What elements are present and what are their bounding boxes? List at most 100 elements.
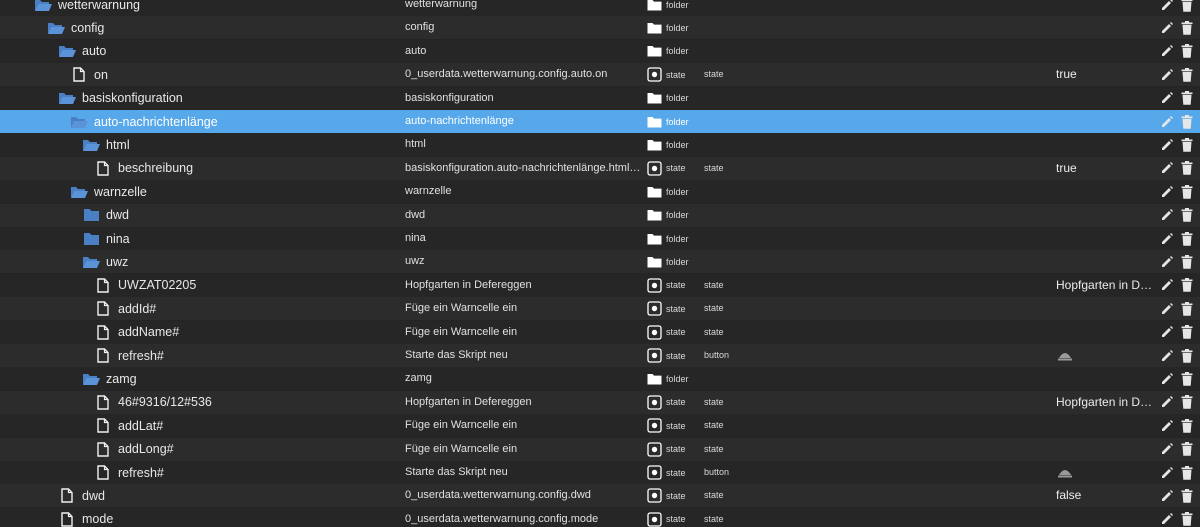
tree-row[interactable]: zamg zamg folder xyxy=(0,367,1200,391)
edit-icon[interactable] xyxy=(1159,348,1174,363)
edit-icon[interactable] xyxy=(1159,325,1174,340)
object-name-cell[interactable]: uwz xyxy=(82,250,128,273)
object-name-cell[interactable]: warnzelle xyxy=(70,180,147,203)
tree-row[interactable]: addName# Füge ein Warncelle ein state state xyxy=(0,320,1200,344)
delete-icon[interactable] xyxy=(1179,301,1194,316)
edit-icon[interactable] xyxy=(1159,395,1174,410)
delete-icon[interactable] xyxy=(1179,161,1194,176)
delete-icon[interactable] xyxy=(1179,254,1194,269)
edit-icon[interactable] xyxy=(1159,91,1174,106)
tree-row[interactable]: mode 0_userdata.wetterwarnung.config.mode… xyxy=(0,507,1200,527)
object-value[interactable]: Hopfgarten in Defereggen xyxy=(1056,274,1158,297)
object-name-cell[interactable]: on xyxy=(70,63,108,86)
object-name-cell[interactable]: beschreibung xyxy=(94,157,193,180)
object-name-cell[interactable]: auto-nachrichtenlänge xyxy=(70,110,218,133)
edit-icon[interactable] xyxy=(1159,20,1174,35)
delete-icon[interactable] xyxy=(1179,91,1194,106)
tree-row[interactable]: on 0_userdata.wetterwarnung.config.auto.o… xyxy=(0,63,1200,87)
tree-row[interactable]: refresh# Starte das Skript neu state button xyxy=(0,344,1200,367)
edit-icon[interactable] xyxy=(1159,208,1174,223)
object-name-cell[interactable]: auto xyxy=(58,40,106,63)
object-name-cell[interactable]: addName# xyxy=(94,321,179,344)
object-name: UWZAT02205 xyxy=(118,278,197,293)
edit-icon[interactable] xyxy=(1159,371,1174,386)
delete-icon[interactable] xyxy=(1179,231,1194,246)
tree-row[interactable]: config config folder xyxy=(0,16,1200,40)
edit-icon[interactable] xyxy=(1159,161,1174,176)
object-name-cell[interactable]: mode xyxy=(58,508,113,527)
delete-icon[interactable] xyxy=(1179,442,1194,457)
edit-icon[interactable] xyxy=(1159,465,1174,480)
delete-icon[interactable] xyxy=(1179,184,1194,199)
tree-row[interactable]: UWZAT02205 Hopfgarten in Defereggen state s… xyxy=(0,273,1200,297)
edit-icon[interactable] xyxy=(1159,67,1174,82)
edit-icon[interactable] xyxy=(1159,488,1174,503)
edit-icon[interactable] xyxy=(1159,254,1174,269)
bell-icon[interactable] xyxy=(1057,466,1073,478)
tree-row[interactable]: dwd 0_userdata.wetterwarnung.config.dwd st… xyxy=(0,484,1200,508)
delete-icon[interactable] xyxy=(1179,208,1194,223)
delete-icon[interactable] xyxy=(1179,20,1194,35)
delete-icon[interactable] xyxy=(1179,278,1194,293)
tree-row[interactable]: auto auto folder xyxy=(0,39,1200,63)
object-name-cell[interactable]: 46#9316/12#536 xyxy=(94,391,212,414)
delete-icon[interactable] xyxy=(1179,465,1194,480)
object-name-cell[interactable]: refresh# xyxy=(94,344,164,367)
delete-icon[interactable] xyxy=(1179,488,1194,503)
delete-icon[interactable] xyxy=(1179,67,1194,82)
object-name-cell[interactable]: addId# xyxy=(94,297,156,320)
delete-icon[interactable] xyxy=(1179,371,1194,386)
tree-row[interactable]: warnzelle warnzelle folder xyxy=(0,180,1200,204)
edit-icon[interactable] xyxy=(1159,184,1174,199)
object-name-cell[interactable]: basiskonfiguration xyxy=(58,87,183,110)
delete-icon[interactable] xyxy=(1179,348,1194,363)
object-name-cell[interactable]: zamg xyxy=(82,367,137,390)
object-name-cell[interactable]: dwd xyxy=(58,484,105,507)
delete-icon[interactable] xyxy=(1179,512,1194,527)
object-name-cell[interactable]: refresh# xyxy=(94,461,164,484)
delete-icon[interactable] xyxy=(1179,114,1194,129)
edit-icon[interactable] xyxy=(1159,44,1174,59)
edit-icon[interactable] xyxy=(1159,278,1174,293)
object-name-cell[interactable]: nina xyxy=(82,227,130,250)
tree-row[interactable]: nina nina folder xyxy=(0,227,1200,250)
edit-icon[interactable] xyxy=(1159,512,1174,527)
edit-icon[interactable] xyxy=(1159,231,1174,246)
edit-icon[interactable] xyxy=(1159,114,1174,129)
tree-row[interactable]: wetterwarnung wetterwarnung folder xyxy=(0,0,1200,16)
object-value[interactable]: true xyxy=(1056,157,1158,180)
tree-row[interactable]: beschreibung basiskonfiguration.auto-nach… xyxy=(0,156,1200,180)
object-name-cell[interactable]: wetterwarnung xyxy=(34,0,140,16)
edit-icon[interactable] xyxy=(1159,0,1174,12)
object-name-cell[interactable]: addLat# xyxy=(94,414,163,437)
tree-row[interactable]: auto-nachrichtenlänge auto-nachrichtenlän… xyxy=(0,110,1200,133)
delete-icon[interactable] xyxy=(1179,395,1194,410)
object-name-cell[interactable]: config xyxy=(47,16,104,39)
tree-row[interactable]: html html folder xyxy=(0,133,1200,157)
tree-row[interactable]: addId# Füge ein Warncelle ein state state xyxy=(0,297,1200,321)
tree-row[interactable]: basiskonfiguration basiskonfiguration fold… xyxy=(0,86,1200,110)
tree-row[interactable]: 46#9316/12#536 Hopfgarten in Defereggen st… xyxy=(0,390,1200,414)
delete-icon[interactable] xyxy=(1179,0,1194,12)
tree-row[interactable]: addLat# Füge ein Warncelle ein state state xyxy=(0,414,1200,438)
object-name-cell[interactable]: addLong# xyxy=(94,438,174,461)
bell-icon[interactable] xyxy=(1057,349,1073,361)
object-name-cell[interactable]: html xyxy=(82,133,130,156)
edit-icon[interactable] xyxy=(1159,442,1174,457)
tree-row[interactable]: dwd dwd folder xyxy=(0,203,1200,227)
object-name-cell[interactable]: UWZAT02205 xyxy=(94,274,196,297)
edit-icon[interactable] xyxy=(1159,418,1174,433)
object-value[interactable]: true xyxy=(1056,63,1158,86)
tree-row[interactable]: refresh# Starte das Skript neu state button xyxy=(0,461,1200,484)
tree-row[interactable]: addLong# Füge ein Warncelle ein state state xyxy=(0,437,1200,461)
tree-row[interactable]: uwz uwz folder xyxy=(0,250,1200,274)
object-value[interactable]: false xyxy=(1056,484,1158,507)
edit-icon[interactable] xyxy=(1159,137,1174,152)
object-value[interactable]: Hopfgarten in Defereggen xyxy=(1056,391,1158,414)
edit-icon[interactable] xyxy=(1159,301,1174,316)
delete-icon[interactable] xyxy=(1179,44,1194,59)
delete-icon[interactable] xyxy=(1179,137,1194,152)
delete-icon[interactable] xyxy=(1179,418,1194,433)
object-name-cell[interactable]: dwd xyxy=(82,204,129,227)
delete-icon[interactable] xyxy=(1179,325,1194,340)
